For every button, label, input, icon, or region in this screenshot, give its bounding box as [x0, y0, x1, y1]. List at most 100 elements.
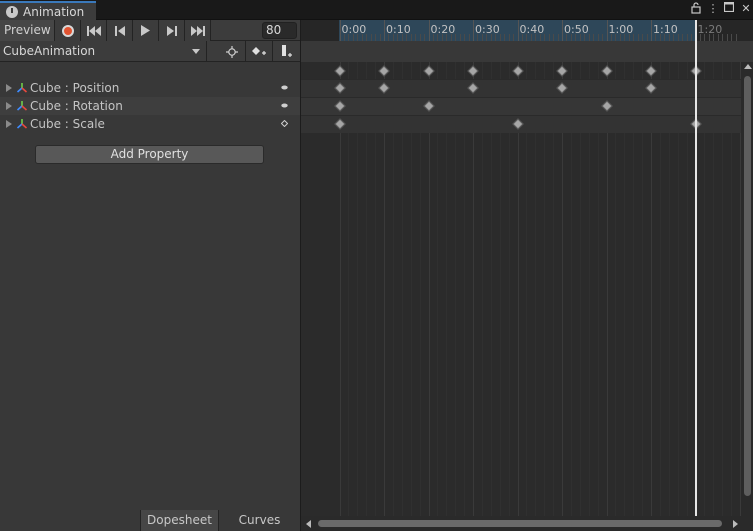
lock-icon[interactable] [689, 2, 703, 16]
ruler-minor-tick [415, 34, 417, 41]
vertical-scrollbar[interactable] [741, 62, 753, 516]
add-event-icon [281, 45, 292, 57]
ruler-minor-tick [375, 34, 377, 41]
maximize-icon[interactable] [722, 1, 736, 16]
add-property-button[interactable]: Add Property [35, 145, 264, 164]
summary-row [301, 41, 753, 62]
tab-dopesheet[interactable]: Dopesheet [140, 510, 218, 531]
more-icon[interactable]: ⋮ [706, 2, 720, 16]
skip-last-icon [190, 25, 205, 36]
property-row-rotation[interactable]: Cube : Rotation [0, 97, 300, 115]
ruler-minor-tick [579, 34, 581, 41]
ruler-minor-tick [686, 34, 688, 41]
tab-animation[interactable]: Animation [0, 1, 96, 20]
ruler-minor-tick [699, 34, 701, 41]
ruler-minor-tick [735, 34, 737, 41]
ruler-minor-tick [357, 34, 359, 41]
ruler-minor-tick [597, 34, 599, 41]
summary-keyframe[interactable] [467, 65, 479, 77]
ruler-minor-tick [348, 34, 350, 41]
ruler-minor-tick [704, 34, 706, 41]
transform-axis-icon [16, 101, 28, 111]
dopesheet-timeline[interactable]: 0:00 0:10 0:20 0:30 0:40 0:50 1:00 1:10 1:20 [300, 20, 753, 531]
playhead-line[interactable] [694, 20, 697, 516]
keyframe-row [301, 79, 741, 97]
summary-keyframe[interactable] [378, 65, 390, 77]
ruler-major-tick [517, 20, 519, 41]
keyframe-diamond-icon[interactable] [281, 120, 288, 127]
ruler-minor-tick [450, 34, 452, 41]
ruler-minor-tick [557, 34, 559, 41]
chevron-down-icon [192, 49, 200, 54]
ruler-minor-tick [628, 34, 630, 41]
expand-arrow-icon[interactable] [6, 120, 12, 128]
window-tab-bar: Animation ⋮ ✕ [0, 0, 753, 20]
clip-selector[interactable]: CubeAnimation [0, 41, 207, 62]
keyframe-toggle-icon[interactable] [281, 85, 288, 90]
previous-key-button[interactable] [107, 20, 133, 41]
property-row-scale[interactable]: Cube : Scale [0, 115, 300, 133]
property-label: Cube : Scale [30, 117, 105, 131]
close-icon[interactable]: ✕ [739, 2, 753, 16]
ruler-major-tick [339, 20, 341, 41]
summary-keyframe[interactable] [511, 65, 524, 77]
next-key-button[interactable] [159, 20, 185, 41]
ruler-minor-tick [361, 34, 363, 41]
ruler-minor-tick [624, 34, 626, 41]
add-keyframe-button[interactable] [246, 41, 273, 62]
keyframe-toggle-icon[interactable] [281, 103, 288, 108]
ruler-minor-tick [664, 34, 666, 41]
ruler-minor-tick [570, 34, 572, 41]
view-mode-tabs: Dopesheet Curves [0, 510, 300, 531]
horizontal-scroll-thumb[interactable] [318, 520, 722, 527]
ruler-minor-tick [691, 34, 693, 41]
expand-arrow-icon[interactable] [6, 102, 12, 110]
ruler-minor-tick [633, 34, 635, 41]
property-label: Cube : Position [30, 81, 120, 95]
frame-field[interactable]: 80 [262, 22, 297, 39]
summary-keyframe[interactable] [645, 65, 657, 77]
summary-keyframe[interactable] [600, 65, 613, 77]
expand-arrow-icon[interactable] [6, 84, 12, 92]
preview-button[interactable]: Preview [0, 20, 55, 41]
scroll-up-icon[interactable] [744, 64, 752, 69]
ruler-minor-tick [526, 34, 528, 41]
time-ruler[interactable]: 0:00 0:10 0:20 0:30 0:40 0:50 1:00 1:10 1:20 [301, 20, 753, 41]
ruler-minor-tick [455, 34, 457, 41]
horizontal-scrollbar[interactable] [301, 516, 753, 531]
ruler-minor-tick [677, 34, 679, 41]
ruler-minor-tick [410, 34, 412, 41]
clip-toolbar: CubeAnimation [0, 41, 300, 62]
tab-label: Animation [23, 4, 85, 19]
ruler-minor-tick [521, 34, 523, 41]
scroll-right-icon[interactable] [733, 520, 738, 528]
ruler-minor-tick [731, 34, 733, 41]
last-key-button[interactable] [185, 20, 211, 41]
ruler-minor-tick [392, 34, 394, 41]
play-button[interactable] [133, 20, 159, 41]
ruler-major-tick [606, 20, 608, 41]
summary-keyframe[interactable] [422, 65, 435, 77]
ruler-minor-tick [343, 34, 345, 41]
vertical-scroll-thumb[interactable] [744, 76, 751, 496]
ruler-minor-tick [673, 34, 675, 41]
summary-keyframe[interactable] [556, 65, 568, 77]
filter-keyframes-button[interactable] [219, 41, 246, 62]
summary-keyframe[interactable] [333, 65, 346, 77]
tab-curves[interactable]: Curves [218, 510, 300, 531]
scroll-left-icon[interactable] [306, 520, 311, 528]
property-row-position[interactable]: Cube : Position [0, 79, 300, 97]
ruler-minor-tick [504, 34, 506, 41]
ruler-minor-tick [553, 34, 555, 41]
first-key-button[interactable] [81, 20, 107, 41]
ruler-minor-tick [424, 34, 426, 41]
add-event-button[interactable] [273, 41, 300, 62]
record-button[interactable] [55, 20, 81, 41]
ruler-minor-tick [441, 34, 443, 41]
ruler-minor-tick [477, 34, 479, 41]
ruler-minor-tick [682, 34, 684, 41]
step-back-icon [114, 25, 125, 36]
ruler-minor-tick [544, 34, 546, 41]
ruler-minor-tick [508, 34, 510, 41]
ruler-minor-tick [513, 34, 515, 41]
